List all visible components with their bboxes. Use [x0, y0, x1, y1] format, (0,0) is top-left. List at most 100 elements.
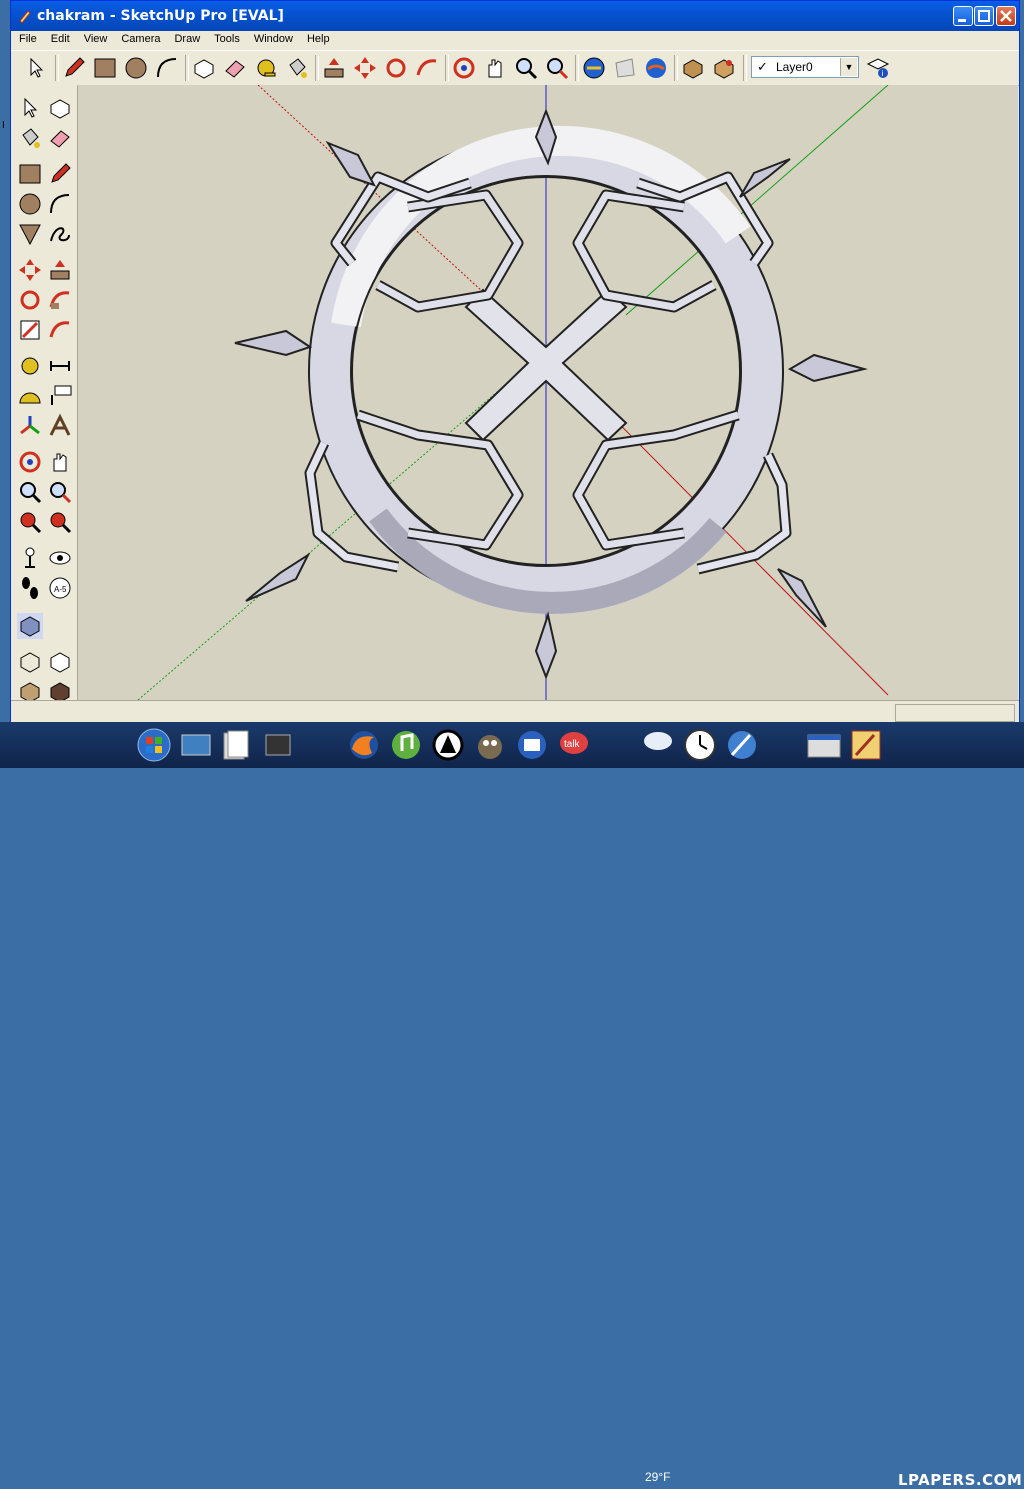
components-icon[interactable]	[680, 55, 706, 81]
chevron-down-icon[interactable]: ▼	[840, 58, 857, 76]
materials-icon[interactable]	[711, 55, 737, 81]
look-around-icon[interactable]	[47, 545, 73, 571]
main-toolbar: ✓ Layer0 ▼ i	[11, 50, 1019, 86]
menu-view[interactable]: View	[76, 31, 114, 45]
app-icon[interactable]	[430, 727, 466, 763]
iso-view-icon[interactable]	[17, 613, 43, 639]
model-viewport[interactable]	[78, 85, 1018, 700]
menu-window[interactable]: Window	[246, 31, 299, 45]
weather-icon[interactable]	[640, 727, 676, 763]
eraser-icon[interactable]	[222, 55, 248, 81]
3d-text-icon[interactable]	[47, 413, 73, 439]
dimension-icon[interactable]	[47, 353, 73, 379]
measurements-box[interactable]	[895, 704, 1015, 722]
tool-icon[interactable]	[724, 727, 760, 763]
margin-label: I	[2, 120, 5, 131]
paint-bucket-icon[interactable]	[284, 55, 310, 81]
circle-icon[interactable]	[17, 191, 43, 217]
maximize-button[interactable]	[974, 6, 994, 26]
rectangle-icon[interactable]	[92, 55, 118, 81]
make-component-icon[interactable]	[47, 95, 73, 121]
scale-icon[interactable]	[17, 317, 43, 343]
offset-icon[interactable]	[47, 317, 73, 343]
move-icon[interactable]	[352, 55, 378, 81]
arc-icon[interactable]	[47, 191, 73, 217]
explorer-icon[interactable]	[260, 727, 296, 763]
share-model-icon[interactable]	[612, 55, 638, 81]
clock-icon[interactable]	[682, 727, 718, 763]
menu-camera[interactable]: Camera	[113, 31, 166, 45]
circle-icon[interactable]	[123, 55, 149, 81]
wireframe-icon[interactable]	[47, 649, 73, 675]
select-icon[interactable]	[17, 95, 43, 121]
left-toolbar: A-5	[11, 85, 78, 703]
files-icon[interactable]	[218, 727, 254, 763]
orbit-icon[interactable]	[17, 449, 43, 475]
thunderbird-icon[interactable]	[514, 727, 550, 763]
previous-view-icon[interactable]	[17, 509, 43, 535]
menu-draw[interactable]: Draw	[166, 31, 206, 45]
rotate-icon[interactable]	[17, 287, 43, 313]
zoom-icon[interactable]	[513, 55, 539, 81]
firefox-icon[interactable]	[346, 727, 382, 763]
xray-icon[interactable]	[17, 649, 43, 675]
position-camera-icon[interactable]	[17, 545, 43, 571]
google-earth-icon[interactable]	[643, 55, 669, 81]
minimize-button[interactable]	[953, 6, 973, 26]
close-icon	[1000, 10, 1012, 22]
desktop-icon[interactable]	[178, 727, 214, 763]
walk-icon[interactable]	[17, 575, 43, 601]
title-bar[interactable]: chakram - SketchUp Pro [EVAL]	[11, 1, 1019, 31]
zoom-window-icon[interactable]	[47, 479, 73, 505]
zoom-icon[interactable]	[17, 479, 43, 505]
spike-right	[787, 353, 868, 383]
protractor-icon[interactable]	[17, 383, 43, 409]
line-icon[interactable]	[47, 161, 73, 187]
talk-icon[interactable]: talk	[556, 727, 592, 763]
push-pull-icon[interactable]	[47, 257, 73, 283]
rectangle-icon[interactable]	[17, 161, 43, 187]
maximize-icon	[978, 10, 990, 22]
follow-me-icon[interactable]	[414, 55, 440, 81]
pan-icon[interactable]	[482, 55, 508, 81]
zoom-extents-icon[interactable]	[47, 509, 73, 535]
tape-measure-icon[interactable]	[253, 55, 279, 81]
tape-measure-icon[interactable]	[17, 353, 43, 379]
sketchup-window: chakram - SketchUp Pro [EVAL] File Edit Vi…	[10, 0, 1020, 723]
arc-icon[interactable]	[154, 55, 180, 81]
pencil-icon[interactable]	[61, 55, 87, 81]
temperature-label: 29°F	[645, 1470, 671, 1484]
zoom-extents-icon[interactable]	[544, 55, 570, 81]
menu-help[interactable]: Help	[299, 31, 336, 45]
follow-me-icon[interactable]	[47, 287, 73, 313]
make-component-icon[interactable]	[191, 55, 217, 81]
sketchup-icon[interactable]	[848, 727, 884, 763]
section-plane-icon[interactable]: A-5	[47, 575, 73, 601]
move-icon[interactable]	[17, 257, 43, 283]
orbit-icon[interactable]	[451, 55, 477, 81]
get-models-icon[interactable]	[581, 55, 607, 81]
paint-bucket-icon[interactable]	[17, 125, 43, 151]
close-button[interactable]	[996, 6, 1016, 26]
window-thumb-icon[interactable]	[806, 727, 842, 763]
chakram-model[interactable]	[78, 85, 1018, 700]
text-icon[interactable]	[47, 383, 73, 409]
status-bar	[11, 700, 1019, 723]
menu-file[interactable]: File	[11, 31, 43, 45]
pan-icon[interactable]	[47, 449, 73, 475]
menu-edit[interactable]: Edit	[43, 31, 76, 45]
polygon-icon[interactable]	[17, 221, 43, 247]
select-icon[interactable]	[23, 55, 49, 81]
window-title: chakram - SketchUp Pro [EVAL]	[37, 8, 284, 24]
start-orb-icon[interactable]	[136, 727, 172, 763]
freehand-icon[interactable]	[47, 221, 73, 247]
push-pull-icon[interactable]	[321, 55, 347, 81]
layer-manager-icon[interactable]: i	[865, 55, 891, 81]
menu-tools[interactable]: Tools	[206, 31, 246, 45]
axes-icon[interactable]	[17, 413, 43, 439]
gimp-icon[interactable]	[472, 727, 508, 763]
eraser-icon[interactable]	[47, 125, 73, 151]
itunes-icon[interactable]	[388, 727, 424, 763]
rotate-icon[interactable]	[383, 55, 409, 81]
layer-dropdown[interactable]: ✓ Layer0 ▼	[751, 56, 859, 78]
